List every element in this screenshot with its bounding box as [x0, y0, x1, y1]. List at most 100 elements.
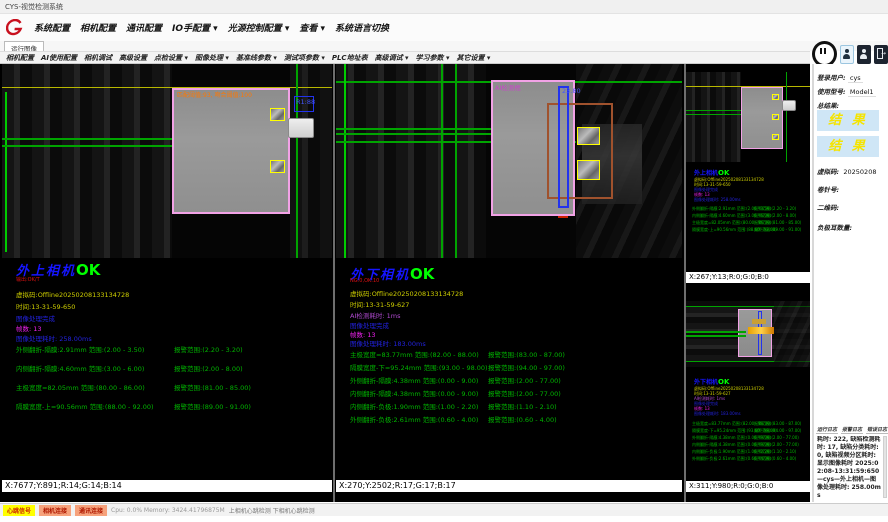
width-measure-box	[558, 86, 569, 208]
menu-comm-config[interactable]: 通讯配置	[126, 21, 162, 34]
elapsed-line-middle: 图像处理耗时: 183.00ms	[350, 338, 426, 348]
tool-test-params[interactable]: 测试项参数 ▾	[284, 53, 325, 63]
comm-connect-badge: 通讯连接	[75, 505, 107, 516]
camera-image-middle[interactable]: AI检测框 23.80	[336, 64, 682, 258]
log-tab-error[interactable]: 错误日志	[866, 426, 888, 434]
done-line-left: 图像处理完成	[16, 313, 55, 323]
status-ok-middle: OK	[410, 265, 434, 283]
toolbar: 相机配置 AI使用配置 相机调试 高级设置 点检设置 ▾ 图像处理 ▾ 基准线参…	[0, 51, 810, 64]
frames-line-left: 帧数: 13	[16, 323, 42, 333]
elapsed-line-left: 图像处理耗时: 258.00ms	[16, 333, 92, 343]
baseline-1	[2, 138, 172, 140]
baseline-v2	[441, 64, 443, 258]
menu-bar: 系统配置 相机配置 通讯配置 IO手配置 ▾ 光源控制配置 ▾ 查看 ▾ 系统语…	[0, 14, 888, 41]
tool-baseline-params[interactable]: 基准线参数 ▾	[236, 53, 277, 63]
baseline-h1	[336, 128, 492, 130]
pixel-readout-left: X:7677;Y:891;R:14;G:14;B:14	[2, 480, 332, 492]
tab-strip: 运行图像	[0, 41, 888, 51]
pixel-readout-middle: X:270;Y:2502;R:17;G:17;B:17	[336, 480, 682, 492]
output-line-middle: NG:0,OK:10	[350, 278, 379, 284]
ai-detect-box	[547, 103, 613, 199]
window-title: CYS-视觉检测系统	[5, 3, 63, 11]
camera-connect-badge: 相机连接	[39, 505, 71, 516]
main-view-area: 匹配阈值:93, 吻合阈值:100 R1:88 外上相机OK 输出:OK/T 虚…	[0, 64, 810, 502]
mini-measure-row: 主极宽度=82.05mm 范围:(80.00 - 86.00)报警范围:(81.…	[692, 220, 771, 226]
log-tab-alarm[interactable]: 报警日志	[841, 426, 863, 434]
menu-view[interactable]: 查看 ▾	[299, 21, 325, 34]
tool-spot-check[interactable]: 点检设置 ▾	[154, 53, 188, 63]
menu-io-config[interactable]: IO手配置 ▾	[172, 21, 218, 34]
tool-camera-config[interactable]: 相机配置	[6, 53, 34, 63]
mini-elapsed: 图像处理耗时: 183.00ms	[694, 411, 741, 417]
menu-camera-config[interactable]: 相机配置	[80, 21, 116, 34]
mini-panel-top: 外上相机OK 虚拟码:Offline20250208133134728 时间:1…	[686, 64, 810, 283]
tool-ai-config[interactable]: AI使用配置	[41, 53, 77, 63]
ai-box-label: AI检测框	[495, 82, 521, 92]
pin-field: 卷针号:	[817, 184, 843, 194]
mini-measure-row: 主极宽度=83.77mm 范围:(82.00 - 88.00)报警范围:(83.…	[692, 421, 771, 427]
result-box-2: 结 果	[817, 136, 879, 157]
tab-roi-middle-2	[577, 160, 600, 180]
time-line-left: 时间:13-31-59-650	[16, 301, 75, 311]
camera-panel-middle: AI检测框 23.80 外下相机OK NG:0,OK:10 虚拟码:Offlin…	[336, 64, 682, 502]
tool-camera-debug[interactable]: 相机调试	[84, 53, 112, 63]
login-user-value[interactable]: cys	[848, 74, 863, 83]
qrcode-field: 二维码:	[817, 202, 843, 212]
baseline-v3	[455, 64, 457, 258]
barcode-line-middle: 虚拟码:Offline20250208133134728	[350, 288, 463, 298]
tool-image-process[interactable]: 图像处理 ▾	[195, 53, 229, 63]
tool-other-settings[interactable]: 其它设置 ▾	[456, 53, 490, 63]
login-user-row: 登录用户: cys	[817, 72, 863, 82]
total-result-label: 总结果:	[817, 100, 839, 110]
menu-system-config[interactable]: 系统配置	[34, 21, 70, 34]
part-roi-left	[172, 88, 290, 214]
menu-language-switch[interactable]: 系统语言切换	[335, 21, 389, 34]
exit-button[interactable]: →	[874, 45, 888, 64]
match-roi-label: R1:88	[296, 98, 315, 106]
user-button-dark[interactable]	[857, 45, 871, 64]
tool-advanced-debug[interactable]: 高级调试 ▾	[375, 53, 409, 63]
baseline-2	[2, 145, 172, 147]
pixel-readout-mini-bottom: X:311;Y:980;R:0;G:0;B:0	[686, 481, 810, 492]
tab-roi-middle-1	[577, 127, 600, 145]
mini-elapsed: 图像处理耗时: 258.00ms	[694, 197, 741, 203]
overlay-left-green-line	[5, 92, 7, 252]
tab-roi-2	[270, 160, 285, 173]
status-ok-left: OK	[76, 261, 100, 279]
baseline-v1	[344, 64, 346, 258]
heartbeat-badge: 心跳信号	[3, 505, 35, 516]
mini-measure-row: 内侧翻折-负极:1.90mm 范围:(1.00 - 2.20)报警范围:(1.1…	[692, 449, 771, 455]
baseline-h2	[336, 133, 492, 135]
camera-image-left[interactable]: 匹配阈值:93, 吻合阈值:100 R1:88	[2, 64, 332, 258]
model-value[interactable]: Model1	[848, 88, 876, 97]
tool-learning-params[interactable]: 学习参数 ▾	[416, 53, 450, 63]
mini-image-bottom[interactable]	[686, 301, 810, 367]
pixel-readout-mini-top: X:267;Y:13;R:0;G:0;B:0	[686, 272, 810, 283]
time-line-middle: 时间:13-31-59-627	[350, 299, 409, 309]
menu-light-config[interactable]: 光源控制配置 ▾	[228, 21, 290, 34]
tool-plc-address[interactable]: PLC地址表	[332, 53, 368, 63]
baseline-v	[296, 64, 298, 258]
user-button-active[interactable]	[840, 45, 854, 64]
log-tabs: 运行日志 报警日志 错误日志	[816, 426, 888, 434]
mini-measure-row: 外侧翻折-隔膜:2.91mm 范围:(2.00 - 3.50)报警范围:(2.2…	[692, 206, 771, 212]
output-line-left: 输出:OK/T	[16, 276, 40, 283]
tool-advanced-settings[interactable]: 高级设置	[119, 53, 147, 63]
mini-measure-row: 内侧翻折-隔膜:4.60mm 范围:(3.00 - 6.00)报警范围:(2.0…	[692, 213, 771, 219]
mini-measure-row: 内侧翻折-隔膜:4.38mm 范围:(0.00 - 9.00)报警范围:(2.0…	[692, 442, 771, 448]
heartbeat-checks: 上相机心跳检测 下相机心跳检测	[229, 506, 315, 515]
threshold-overlay-text: 匹配阈值:93, 吻合阈值:100	[177, 90, 252, 99]
model-row: 使用型号: Model1	[817, 86, 876, 96]
control-buttons: →	[812, 42, 888, 66]
mini-image-top[interactable]	[686, 72, 810, 162]
ai-time-line: AI检测耗时: 1ms	[350, 310, 400, 320]
log-tab-run[interactable]: 运行日志	[816, 426, 838, 434]
mini-title-bottom: 外下相机OK	[694, 377, 729, 386]
mini-measure-row: 外侧翻折-负极:2.61mm 范围:(0.60 - 4.00)报警范围:(0.6…	[692, 456, 771, 462]
log-scrollbar[interactable]	[883, 436, 887, 498]
mini-panel-bottom: 外下相机OK 虚拟码:Offline20250208133134728 时间:1…	[686, 285, 810, 492]
right-sidebar: 登录用户: cys 使用型号: Model1 总结果: 结 果 结 果 虚拟码:…	[812, 64, 888, 502]
mini-measure-row: 隔膜宽度-上=90.56mm 范围:(88.00 - 92.00)报警范围:(8…	[692, 227, 777, 233]
app-window: CYS-视觉检测系统 系统配置 相机配置 通讯配置 IO手配置 ▾ 光源控制配置…	[0, 0, 888, 522]
cpu-memory-readout: Cpu: 0.0% Memory: 3424.41796875M	[111, 507, 225, 514]
